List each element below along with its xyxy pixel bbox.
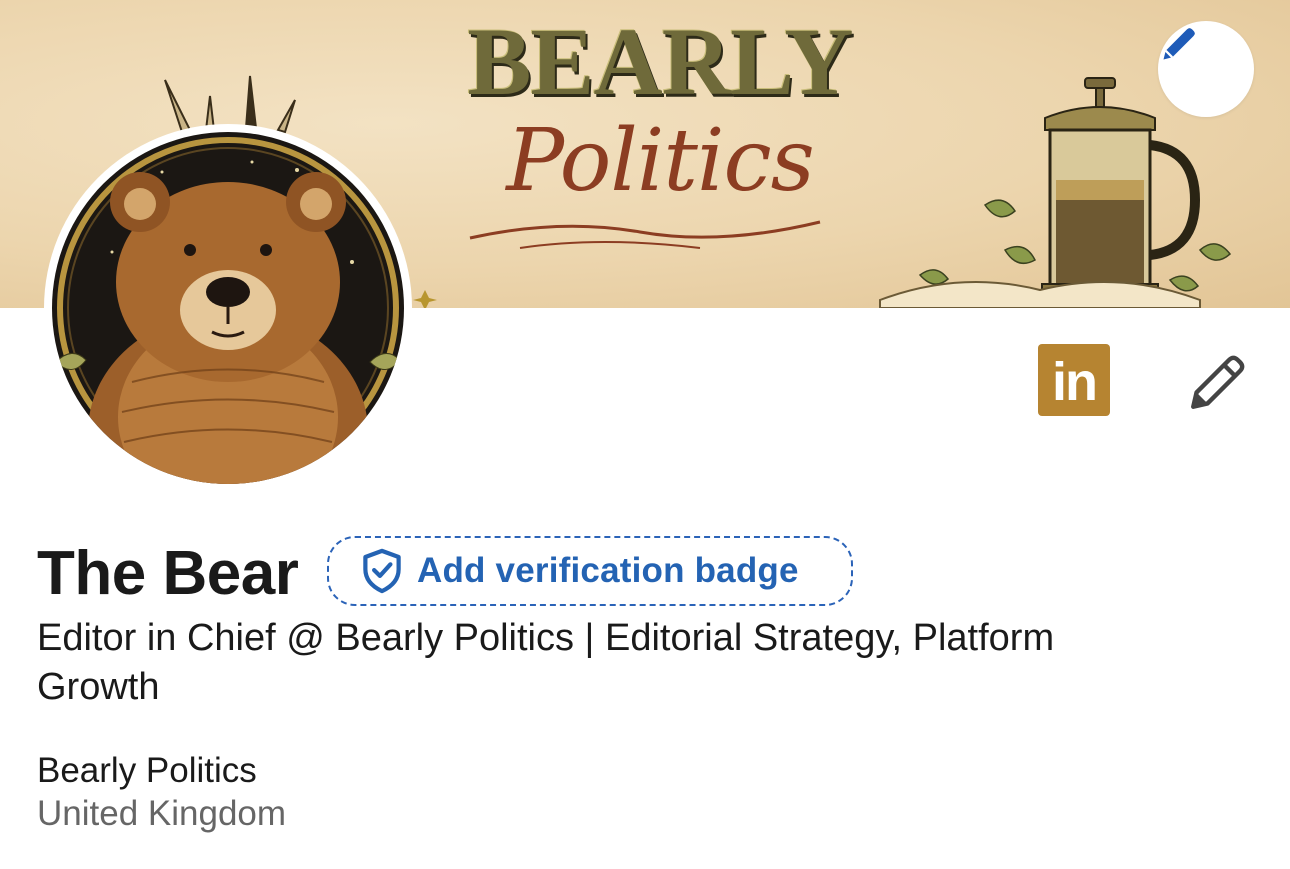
shield-check-icon <box>361 548 403 594</box>
edit-banner-button[interactable] <box>1158 21 1254 117</box>
edit-profile-button[interactable] <box>1180 344 1256 420</box>
linkedin-badge-button[interactable]: in <box>1038 344 1110 416</box>
profile-location: United Kingdom <box>37 794 287 833</box>
profile-company[interactable]: Bearly Politics <box>37 750 257 792</box>
verification-badge-label: Add verification badge <box>417 551 799 590</box>
french-press-illustration <box>1041 77 1201 299</box>
bear-avatar-image <box>52 132 404 484</box>
linkedin-logo-icon: in <box>1052 352 1098 412</box>
profile-name: The Bear <box>37 539 299 608</box>
banner-title: BEARLY <box>467 8 853 115</box>
banner-subtitle: Politics <box>506 111 815 211</box>
pencil-icon <box>1191 355 1245 409</box>
profile-headline: Editor in Chief @ Bearly Politics | Edit… <box>37 617 1055 708</box>
add-verification-badge-button[interactable]: Add verification badge <box>327 536 853 606</box>
pencil-icon <box>1163 28 1195 60</box>
profile-avatar[interactable] <box>44 124 412 492</box>
